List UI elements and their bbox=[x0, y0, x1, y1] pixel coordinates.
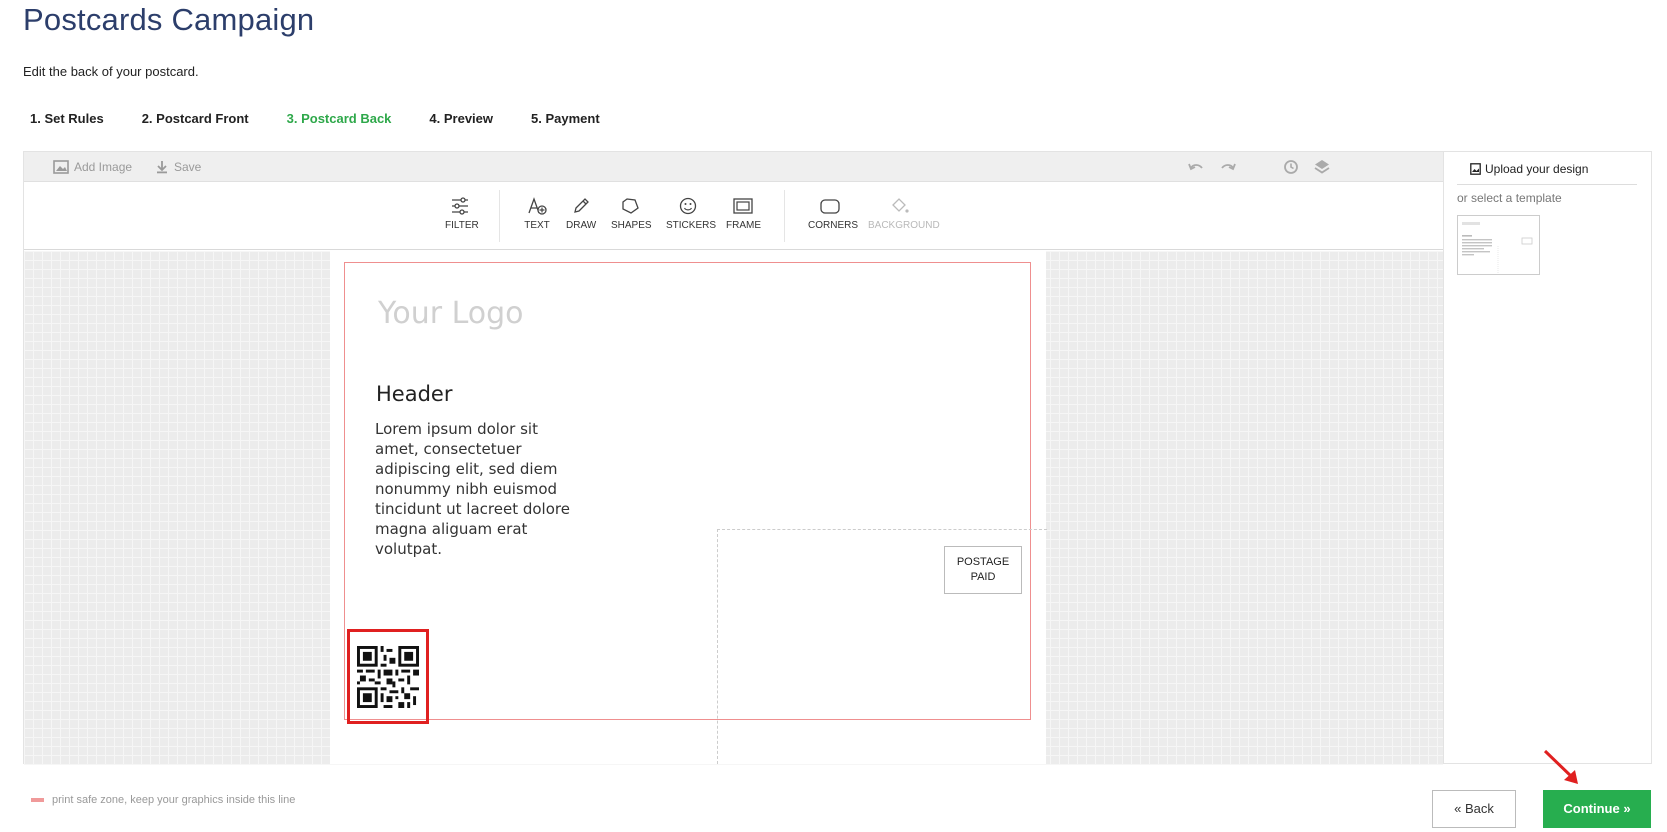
toolbar-divider bbox=[499, 190, 500, 242]
logo-placeholder[interactable]: Your Logo bbox=[378, 296, 524, 331]
layers-icon[interactable] bbox=[1313, 159, 1331, 175]
frame-label: FRAME bbox=[726, 220, 761, 231]
template-panel: Upload your design or select a template bbox=[1444, 151, 1652, 764]
redo-icon[interactable] bbox=[1219, 159, 1237, 175]
postcard-header[interactable]: Header bbox=[376, 382, 452, 406]
step-set-rules[interactable]: 1. Set Rules bbox=[30, 111, 104, 126]
safe-zone-legend: print safe zone, keep your graphics insi… bbox=[31, 794, 295, 806]
postage-line1: POSTAGE bbox=[956, 556, 1010, 568]
draw-tool[interactable]: DRAW bbox=[566, 196, 596, 231]
add-image-button[interactable]: Add Image bbox=[53, 160, 132, 174]
step-postcard-front[interactable]: 2. Postcard Front bbox=[142, 111, 249, 126]
paint-bucket-icon bbox=[892, 198, 909, 213]
step-nav: 1. Set Rules 2. Postcard Front 3. Postca… bbox=[30, 111, 638, 126]
continue-button[interactable]: Continue » bbox=[1543, 790, 1651, 828]
shapes-tool[interactable]: SHAPES bbox=[611, 196, 652, 231]
step-postcard-back[interactable]: 3. Postcard Back bbox=[287, 111, 392, 126]
stickers-tool[interactable]: STICKERS bbox=[666, 196, 716, 231]
text-tool[interactable]: TEXT bbox=[524, 196, 550, 231]
qr-code-icon bbox=[357, 645, 419, 708]
background-label: BACKGROUND bbox=[868, 220, 940, 231]
legend-text: print safe zone, keep your graphics insi… bbox=[52, 794, 296, 806]
editor-topbar: Add Image Save bbox=[24, 152, 1443, 182]
step-payment[interactable]: 5. Payment bbox=[531, 111, 600, 126]
save-label: Save bbox=[174, 160, 202, 174]
corners-tool[interactable]: CORNERS bbox=[808, 196, 858, 231]
safe-zone-swatch bbox=[31, 798, 44, 802]
image-icon bbox=[53, 160, 69, 174]
or-select-template: or select a template bbox=[1457, 191, 1562, 205]
qr-code[interactable] bbox=[347, 629, 429, 724]
smiley-icon bbox=[679, 197, 697, 215]
add-image-label: Add Image bbox=[74, 160, 133, 174]
template-thumbnail[interactable] bbox=[1457, 215, 1540, 275]
text-add-icon bbox=[528, 197, 547, 215]
frame-tool[interactable]: FRAME bbox=[726, 196, 761, 231]
toolbar-divider bbox=[784, 190, 785, 242]
annotation-arrow-icon bbox=[1543, 749, 1578, 784]
corners-label: CORNERS bbox=[808, 220, 859, 231]
postage-line2: PAID bbox=[970, 571, 996, 583]
postcard-body[interactable]: Lorem ipsum dolor sit amet, consectetuer… bbox=[375, 419, 575, 559]
back-button[interactable]: « Back bbox=[1432, 790, 1516, 828]
draw-label: DRAW bbox=[566, 220, 597, 231]
step-preview[interactable]: 4. Preview bbox=[429, 111, 493, 126]
shapes-label: SHAPES bbox=[611, 220, 652, 231]
editor-toolbar: FILTER TEXT DRAW SHAPES STICKERS FRAME C… bbox=[24, 182, 1443, 250]
history-icon[interactable] bbox=[1282, 159, 1300, 175]
page-title: Postcards Campaign bbox=[23, 2, 315, 37]
upload-design-button[interactable]: Upload your design bbox=[1470, 162, 1588, 176]
filter-label: FILTER bbox=[445, 220, 479, 231]
pencil-icon bbox=[574, 198, 589, 213]
divider bbox=[1457, 184, 1637, 185]
upload-label: Upload your design bbox=[1485, 162, 1589, 176]
download-icon bbox=[157, 161, 167, 174]
save-button[interactable]: Save bbox=[155, 160, 201, 174]
undo-icon[interactable] bbox=[1187, 159, 1205, 175]
polygon-icon bbox=[622, 198, 639, 214]
template-preview-icon bbox=[1462, 222, 1533, 274]
filter-tool[interactable]: FILTER bbox=[445, 196, 479, 231]
postcard-canvas[interactable]: Your Logo Header Lorem ipsum dolor sit a… bbox=[330, 250, 1047, 764]
file-image-icon bbox=[1470, 163, 1481, 175]
stickers-label: STICKERS bbox=[666, 220, 717, 231]
frame-icon bbox=[733, 198, 753, 214]
rounded-rect-icon bbox=[820, 199, 840, 214]
postage-box: POSTAGE PAID bbox=[944, 546, 1022, 594]
sliders-icon bbox=[452, 197, 468, 215]
background-tool[interactable]: BACKGROUND bbox=[868, 196, 940, 231]
page-subtitle: Edit the back of your postcard. bbox=[23, 64, 199, 79]
text-label: TEXT bbox=[524, 220, 550, 231]
